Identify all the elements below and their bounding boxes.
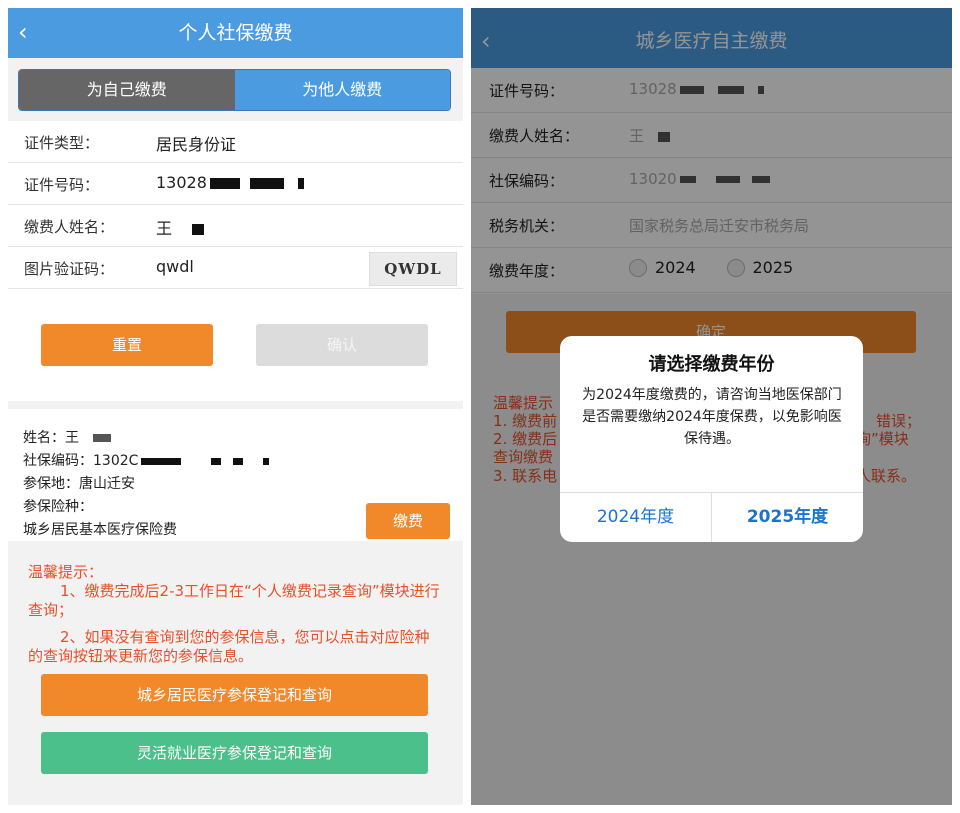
insurance-type-label: 参保险种： [23, 499, 93, 515]
captcha-input[interactable]: qwdl [156, 257, 194, 276]
insured-info: 姓名：王 社保编码：1302C 参保地：唐山迁安 参保险种： 城乡居民基本医疗保… [8, 409, 463, 541]
payment-form: 证件类型： 居民身份证 证件号码： 13028 缴费人姓名： 王 图片验证码： … [8, 121, 463, 401]
payer-name-label: 缴费人姓名： [24, 218, 115, 236]
tip-line-2: 2、如果没有查询到您的参保信息，您可以点击对应险种的查询按钮来更新您的参保信息。 [28, 628, 430, 665]
insured-place: 参保地：唐山迁安 [23, 476, 135, 492]
captcha-row: 图片验证码： qwdl QWDL [8, 247, 463, 289]
flexible-employment-medical-button[interactable]: 灵活就业医疗参保登记和查询 [41, 732, 428, 774]
right-screen: ‹ 城乡医疗自主缴费 证件号码： 13028 缴费人姓名： 王 社保编码： 13… [471, 8, 952, 805]
confirm-button[interactable]: 确认 [256, 324, 428, 366]
select-2025-button[interactable]: 2025年度 [711, 493, 863, 542]
id-type-label: 证件类型： [24, 134, 100, 152]
tab-pay-others[interactable]: 为他人缴费 [234, 70, 450, 110]
id-type-value: 居民身份证 [156, 135, 237, 154]
select-2024-button[interactable]: 2024年度 [560, 493, 711, 542]
captcha-label: 图片验证码： [24, 260, 115, 278]
dialog-title: 请选择缴费年份 [648, 354, 775, 375]
dialog-buttons: 2024年度 2025年度 [560, 492, 863, 542]
tip-line-1: 1、缴费完成后2-3工作日在“个人缴费记录查询”模块进行查询； [28, 582, 440, 619]
payer-name-row: 缴费人姓名： 王 [8, 205, 463, 247]
id-number-input[interactable]: 13028 [156, 173, 304, 192]
year-select-dialog: 请选择缴费年份 为2024年度缴费的，请咨询当地医保部门是否需要缴纳2024年度… [560, 336, 863, 542]
left-navbar: ‹ 个人社保缴费 [8, 8, 463, 58]
insurance-type-value: 城乡居民基本医疗保险费 [23, 522, 177, 538]
payer-tabs: 为自己缴费 为他人缴费 [18, 69, 451, 111]
reset-button[interactable]: 重置 [41, 324, 213, 366]
tips-section: 温馨提示： 1、缴费完成后2-3工作日在“个人缴费记录查询”模块进行查询； 2、… [8, 541, 463, 805]
pay-button[interactable]: 缴费 [366, 503, 450, 539]
id-number-label: 证件号码： [24, 176, 100, 194]
payer-name-input[interactable]: 王 [156, 215, 205, 239]
insured-ss-code: 社保编码：1302C [23, 450, 270, 470]
page-title: 个人社保缴费 [178, 22, 293, 44]
captcha-image[interactable]: QWDL [369, 252, 457, 286]
insured-name: 姓名：王 [23, 427, 111, 447]
id-number-row: 证件号码： 13028 [8, 163, 463, 205]
id-type-row[interactable]: 证件类型： 居民身份证 [8, 121, 463, 163]
tab-pay-self[interactable]: 为自己缴费 [19, 70, 235, 110]
tips-title: 温馨提示： [28, 563, 104, 581]
back-icon[interactable]: ‹ [18, 8, 28, 56]
dialog-message: 为2024年度缴费的，请咨询当地医保部门是否需要缴纳2024年度保费，以免影响医… [582, 387, 842, 447]
urban-rural-medical-button[interactable]: 城乡居民医疗参保登记和查询 [41, 674, 428, 716]
left-screen: ‹ 个人社保缴费 为自己缴费 为他人缴费 证件类型： 居民身份证 证件号码： 1… [8, 8, 463, 805]
